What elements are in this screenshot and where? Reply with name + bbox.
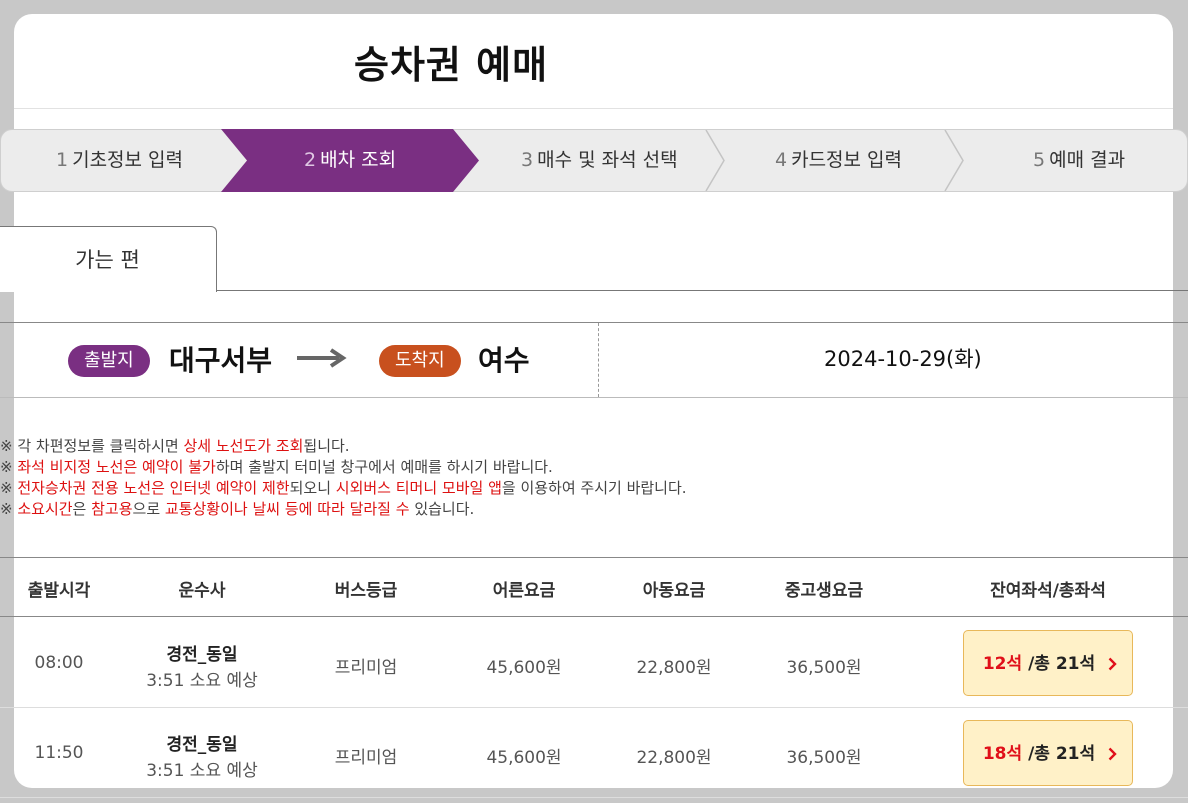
arrive-badge: 도착지 bbox=[379, 345, 461, 377]
notice-item: ※ 소요시간은 참고용으로 교통상황이나 날씨 등에 따라 달라질 수 있습니다… bbox=[0, 499, 687, 520]
col-company: 운수사 bbox=[178, 581, 226, 601]
notice-highlight: 교통상황이나 날씨 등에 따라 달라질 수 bbox=[164, 500, 410, 518]
step-label: 카드정보 입력 bbox=[791, 149, 903, 171]
table-row[interactable]: 11:50 경전_동일 3:51 소요 예상 프리미엄 45,600원 22,8… bbox=[0, 708, 1188, 798]
notice-text: 을 이용하여 주시기 바랍니다. bbox=[501, 479, 687, 497]
route-divider bbox=[598, 323, 599, 397]
notice-text: 하며 출발지 터미널 창구에서 예매를 하시기 바랍니다. bbox=[215, 458, 553, 476]
route-summary: 출발지 대구서부 도착지 여수 2024-10-29(화) bbox=[0, 322, 1188, 398]
departure-time: 11:50 bbox=[34, 743, 84, 763]
bus-grade: 프리미엄 bbox=[334, 658, 398, 678]
step-number: 2 bbox=[304, 149, 317, 171]
notice-text: 됩니다. bbox=[303, 437, 350, 455]
departure-time: 08:00 bbox=[34, 653, 84, 673]
notice-text: 되오니 bbox=[289, 479, 336, 497]
youth-fare: 36,500원 bbox=[786, 748, 862, 768]
bus-grade: 프리미엄 bbox=[334, 748, 398, 768]
notice-list: ※ 각 차편정보를 클릭하시면 상세 노선도가 조회됩니다. ※ 좌석 비지정 … bbox=[0, 436, 687, 520]
col-seats: 잔여좌석/총좌석 bbox=[990, 581, 1106, 601]
select-seat-button[interactable]: 18석 /총 21석 bbox=[963, 720, 1133, 786]
step-separator-icon bbox=[705, 130, 725, 191]
chevron-right-icon bbox=[1108, 747, 1117, 761]
tab-outbound[interactable]: 가는 편 bbox=[0, 226, 217, 292]
page-title: 승차권 예매 bbox=[354, 43, 549, 87]
step-3: 3 매수 및 좌석 선택 bbox=[521, 130, 678, 191]
company-name: 경전_동일 bbox=[166, 645, 238, 665]
step-label: 예매 결과 bbox=[1049, 149, 1126, 171]
step-label: 매수 및 좌석 선택 bbox=[537, 149, 678, 171]
col-adult-fare: 어른요금 bbox=[492, 581, 556, 601]
schedule-table-header: 출발시각 운수사 버스등급 어른요금 아동요금 중고생요금 잔여좌석/총좌석 bbox=[0, 557, 1188, 617]
departure-date: 2024-10-29(화) bbox=[824, 347, 982, 371]
notice-highlight: 좌석 비지정 노선은 예약이 불가 bbox=[17, 458, 216, 476]
notice-text: 각 차편정보를 클릭하시면 bbox=[17, 437, 184, 455]
notice-mark: ※ bbox=[0, 500, 18, 518]
step-5: 5 예매 결과 bbox=[1033, 130, 1125, 191]
notice-item: ※ 좌석 비지정 노선은 예약이 불가하며 출발지 터미널 창구에서 예매를 하… bbox=[0, 457, 687, 478]
child-fare: 22,800원 bbox=[636, 658, 712, 678]
chevron-right-icon bbox=[1108, 657, 1117, 671]
step-number: 4 bbox=[775, 149, 788, 171]
step-label: 기초정보 입력 bbox=[72, 149, 184, 171]
long-arrow-right-icon bbox=[297, 348, 347, 368]
col-child-fare: 아동요금 bbox=[642, 581, 706, 601]
step-number: 3 bbox=[521, 149, 534, 171]
notice-highlight: 상세 노선도가 조회 bbox=[183, 437, 304, 455]
notice-highlight: 시외버스 티머니 모바일 앱 bbox=[335, 479, 502, 497]
duration-estimate: 3:51 소요 예상 bbox=[146, 761, 258, 781]
step-1: 1 기초정보 입력 bbox=[56, 130, 183, 191]
notice-text: 있습니다. bbox=[409, 500, 475, 518]
notice-highlight: 참고용 bbox=[91, 500, 133, 518]
notice-highlight: 전자승차권 전용 노선은 인터넷 예약이 제한 bbox=[17, 479, 290, 497]
table-row[interactable]: 08:00 경전_동일 3:51 소요 예상 프리미엄 45,600원 22,8… bbox=[0, 618, 1188, 708]
step-4: 4 카드정보 입력 bbox=[775, 130, 902, 191]
depart-badge: 출발지 bbox=[68, 345, 150, 377]
notice-item: ※ 전자승차권 전용 노선은 인터넷 예약이 제한되오니 시외버스 티머니 모바… bbox=[0, 478, 687, 499]
col-bus-grade: 버스등급 bbox=[334, 581, 398, 601]
col-youth-fare: 중고생요금 bbox=[784, 581, 864, 601]
notice-highlight: 소요시간 bbox=[17, 500, 73, 518]
notice-mark: ※ bbox=[0, 479, 18, 497]
child-fare: 22,800원 bbox=[636, 748, 712, 768]
title-divider bbox=[14, 108, 1173, 109]
company-name: 경전_동일 bbox=[166, 735, 238, 755]
step-number: 1 bbox=[56, 149, 69, 171]
tab-baseline bbox=[216, 290, 1188, 291]
notice-item: ※ 각 차편정보를 클릭하시면 상세 노선도가 조회됩니다. bbox=[0, 436, 687, 457]
depart-terminal: 대구서부 bbox=[169, 344, 273, 377]
duration-estimate: 3:51 소요 예상 bbox=[146, 671, 258, 691]
step-separator-icon bbox=[944, 130, 964, 191]
notice-text: 으로 bbox=[132, 500, 165, 518]
adult-fare: 45,600원 bbox=[486, 748, 562, 768]
col-departure-time: 출발시각 bbox=[27, 581, 91, 601]
step-label: 배차 조회 bbox=[320, 149, 397, 171]
select-seat-button[interactable]: 12석 /총 21석 bbox=[963, 630, 1133, 696]
total-seats: /총 21석 bbox=[1022, 744, 1096, 764]
remaining-seats: 18석 bbox=[982, 744, 1023, 764]
remaining-seats: 12석 bbox=[982, 654, 1023, 674]
adult-fare: 45,600원 bbox=[486, 658, 562, 678]
step-progress-bar: 1 기초정보 입력 2 배차 조회 3 매수 및 좌석 선택 4 카드정보 입력 5 예매… bbox=[0, 129, 1188, 192]
step-2: 2 배차 조회 bbox=[304, 130, 396, 191]
total-seats: /총 21석 bbox=[1022, 654, 1096, 674]
notice-mark: ※ bbox=[0, 458, 18, 476]
notice-text: 은 bbox=[72, 500, 92, 518]
step-number: 5 bbox=[1033, 149, 1046, 171]
youth-fare: 36,500원 bbox=[786, 658, 862, 678]
arrive-terminal: 여수 bbox=[478, 344, 530, 377]
notice-mark: ※ bbox=[0, 437, 18, 455]
